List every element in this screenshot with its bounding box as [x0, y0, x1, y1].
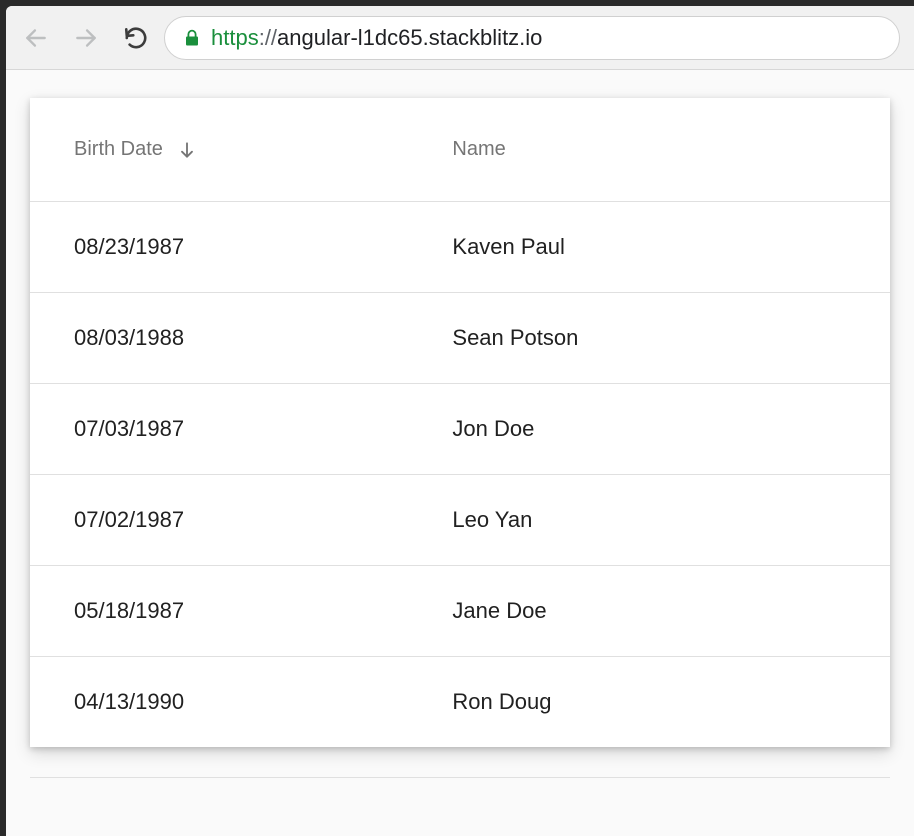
browser-window: https://angular-l1dc65.stackblitz.io Bir… — [6, 6, 914, 836]
table-row[interactable]: 07/03/1987 Jon Doe — [30, 384, 890, 475]
data-table: Birth Date Name — [30, 98, 890, 747]
divider — [30, 777, 890, 778]
address-bar[interactable]: https://angular-l1dc65.stackblitz.io — [164, 16, 900, 60]
lock-icon — [183, 28, 201, 48]
cell-birth-date: 08/03/1988 — [30, 293, 408, 384]
column-header-birth-date[interactable]: Birth Date — [30, 98, 408, 202]
cell-birth-date: 07/03/1987 — [30, 384, 408, 475]
url-scheme: https — [211, 25, 259, 50]
arrow-left-icon — [23, 25, 49, 51]
url-separator: :// — [259, 25, 277, 50]
table-row[interactable]: 07/02/1987 Leo Yan — [30, 475, 890, 566]
cell-name: Ron Doug — [408, 657, 890, 748]
cell-name: Leo Yan — [408, 475, 890, 566]
column-label: Birth Date — [74, 138, 163, 161]
cell-name: Kaven Paul — [408, 202, 890, 293]
table-row[interactable]: 08/03/1988 Sean Potson — [30, 293, 890, 384]
forward-button[interactable] — [64, 16, 108, 60]
arrow-right-icon — [73, 25, 99, 51]
column-label: Name — [452, 138, 505, 161]
sort-arrow-down-icon — [177, 140, 197, 160]
column-header-name[interactable]: Name — [408, 98, 890, 202]
back-button[interactable] — [14, 16, 58, 60]
cell-birth-date: 07/02/1987 — [30, 475, 408, 566]
cell-name: Jane Doe — [408, 566, 890, 657]
cell-birth-date: 08/23/1987 — [30, 202, 408, 293]
table-row[interactable]: 08/23/1987 Kaven Paul — [30, 202, 890, 293]
table-row[interactable]: 04/13/1990 Ron Doug — [30, 657, 890, 748]
cell-name: Jon Doe — [408, 384, 890, 475]
url-host: angular-l1dc65.stackblitz.io — [277, 25, 542, 50]
browser-toolbar: https://angular-l1dc65.stackblitz.io — [6, 6, 914, 70]
table-row[interactable]: 05/18/1987 Jane Doe — [30, 566, 890, 657]
cell-birth-date: 04/13/1990 — [30, 657, 408, 748]
table-header-row: Birth Date Name — [30, 98, 890, 202]
table-body: 08/23/1987 Kaven Paul 08/03/1988 Sean Po… — [30, 202, 890, 748]
url-text: https://angular-l1dc65.stackblitz.io — [211, 25, 542, 51]
reload-icon — [123, 25, 149, 51]
reload-button[interactable] — [114, 16, 158, 60]
content-area: Birth Date Name — [6, 70, 914, 836]
cell-name: Sean Potson — [408, 293, 890, 384]
data-table-card: Birth Date Name — [30, 98, 890, 747]
cell-birth-date: 05/18/1987 — [30, 566, 408, 657]
